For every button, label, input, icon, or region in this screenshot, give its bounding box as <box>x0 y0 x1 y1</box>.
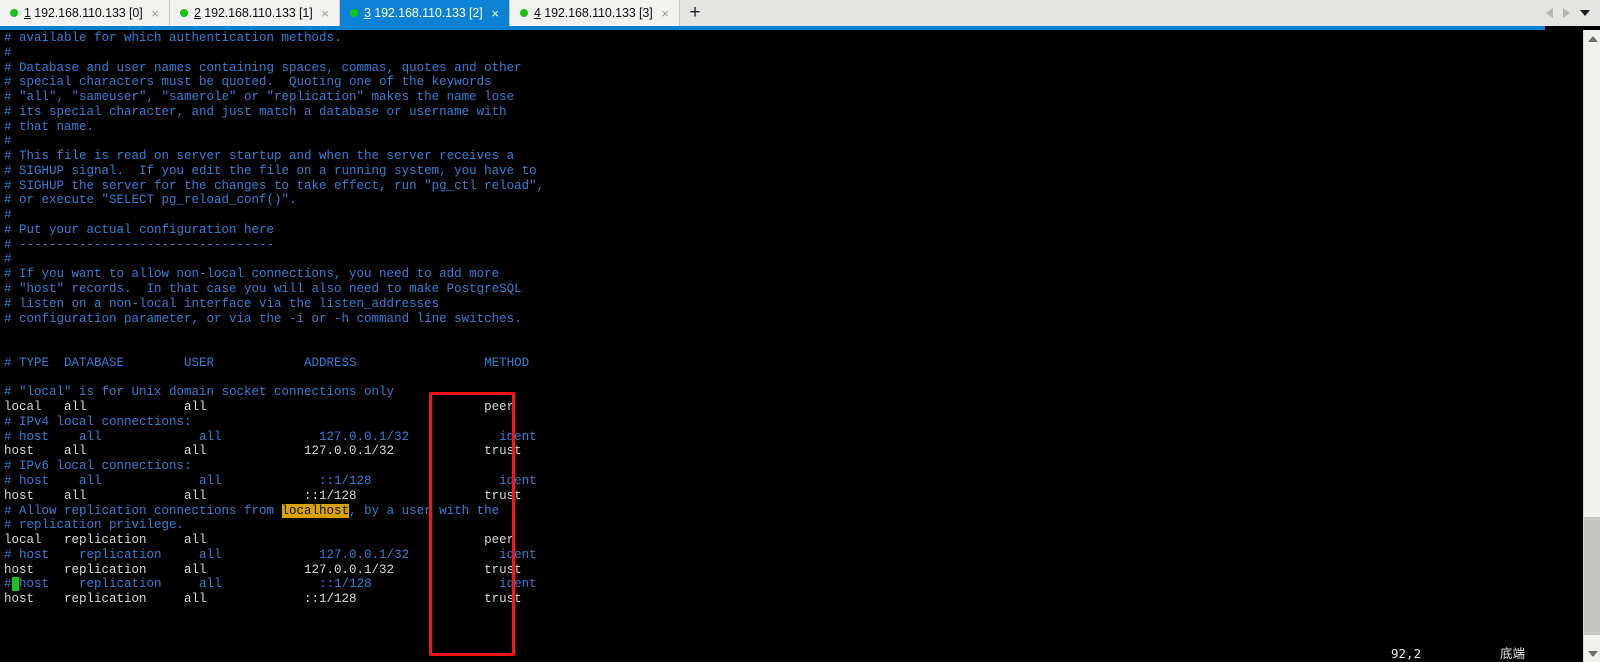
terminal-tab-4[interactable]: 4 192.168.110.133 [3] × <box>510 0 680 26</box>
code-span: # IPv6 local connections: <box>4 459 192 474</box>
code-span: # its special character, and just match … <box>4 104 507 119</box>
scrollbar-thumb[interactable] <box>1584 517 1600 635</box>
cursor-position: 92,2 <box>1391 646 1422 661</box>
code-span: , by a user with the <box>349 503 500 518</box>
file-state-label: 底端 <box>1500 646 1526 661</box>
code-span: # or execute "SELECT pg_reload_conf()". <box>4 193 297 208</box>
code-span: # configuration parameter, or via the -i… <box>4 311 522 326</box>
code-span: # host all all ::1/128 ident <box>4 473 537 488</box>
text-cursor <box>11 577 20 592</box>
code-span: # <box>4 134 12 149</box>
code-span: # SIGHUP signal. If you edit the file on… <box>4 163 537 178</box>
chevron-down-icon[interactable] <box>1580 10 1590 16</box>
tab-bar-spacer <box>710 0 1536 26</box>
code-span: # that name. <box>4 119 95 134</box>
vim-editor-content[interactable]: # available for which authentication met… <box>4 31 544 607</box>
code-span: local replication all peer <box>4 533 515 548</box>
tab-close-icon-3[interactable]: × <box>489 7 501 20</box>
code-span: host all all ::1/128 trust <box>4 488 522 503</box>
tab-close-icon-1[interactable]: × <box>149 7 161 20</box>
code-span: # listen on a non-local interface via th… <box>4 296 440 311</box>
code-span: # special characters must be quoted. Quo… <box>4 75 492 90</box>
code-span: # IPv4 local connections: <box>4 414 192 429</box>
code-span: host replication all ::1/128 trust <box>4 592 522 607</box>
code-span: # "all", "sameuser", "samerole" or "repl… <box>4 90 515 105</box>
tab-label-1: 1 192.168.110.133 [0] <box>24 6 143 20</box>
code-span: local all all peer <box>4 400 515 415</box>
code-span: # If you want to allow non-local connect… <box>4 267 500 282</box>
code-span: # ---------------------------------- <box>4 237 275 252</box>
search-match: localhost <box>281 503 350 518</box>
connected-dot-icon <box>520 9 528 17</box>
tab-label-3: 3 192.168.110.133 [2] <box>364 6 483 20</box>
vim-status-line: 92,2 底端 <box>0 646 1545 662</box>
triangle-right-icon[interactable] <box>1563 8 1570 18</box>
code-span: host replication all ::1/128 ident <box>19 577 537 592</box>
code-span: # <box>4 45 12 60</box>
tab-close-icon-2[interactable]: × <box>319 7 331 20</box>
code-span: # Allow replication connections from <box>4 503 282 518</box>
code-span: # "local" is for Unix domain socket conn… <box>4 385 395 400</box>
tab-label-2: 2 192.168.110.133 [1] <box>194 6 313 20</box>
terminal-tab-2[interactable]: 2 192.168.110.133 [1] × <box>170 0 340 26</box>
code-span: # <box>4 208 12 223</box>
code-span: # replication privilege. <box>4 518 185 533</box>
terminal-tab-1[interactable]: 1 192.168.110.133 [0] × <box>0 0 170 26</box>
code-span: host all all 127.0.0.1/32 trust <box>4 444 522 459</box>
code-span: # available for which authentication met… <box>4 31 342 45</box>
connected-dot-icon <box>180 9 188 17</box>
terminal-tab-3[interactable]: 3 192.168.110.133 [2] × <box>340 0 510 26</box>
code-span: # TYPE DATABASE USER ADDRESS METHOD <box>4 355 530 370</box>
code-span: # <box>4 577 12 592</box>
tab-bar-nav <box>1536 0 1600 26</box>
triangle-left-icon[interactable] <box>1546 8 1553 18</box>
code-span: # This file is read on server startup an… <box>4 149 515 164</box>
code-span: # Database and user names containing spa… <box>4 60 522 75</box>
code-span: host replication all 127.0.0.1/32 trust <box>4 562 522 577</box>
code-span: # host all all 127.0.0.1/32 ident <box>4 429 537 444</box>
code-span: # "host" records. In that case you will … <box>4 282 522 297</box>
connected-dot-icon <box>10 9 18 17</box>
code-span: # SIGHUP the server for the changes to t… <box>4 178 545 193</box>
tab-close-icon-4[interactable]: × <box>659 7 671 20</box>
new-tab-button[interactable]: + <box>680 0 710 26</box>
scroll-up-arrow-icon[interactable] <box>1584 30 1600 47</box>
tab-label-4: 4 192.168.110.133 [3] <box>534 6 653 20</box>
connected-dot-icon <box>350 9 358 17</box>
code-span: # <box>4 252 12 267</box>
code-span: # host replication all 127.0.0.1/32 iden… <box>4 547 537 562</box>
terminal-pane[interactable]: # available for which authentication met… <box>0 30 1545 662</box>
vertical-scrollbar[interactable] <box>1583 30 1600 662</box>
tab-bar: 1 192.168.110.133 [0] × 2 192.168.110.13… <box>0 0 1600 26</box>
scroll-down-arrow-icon[interactable] <box>1584 645 1600 662</box>
code-span: # Put your actual configuration here <box>4 222 275 237</box>
